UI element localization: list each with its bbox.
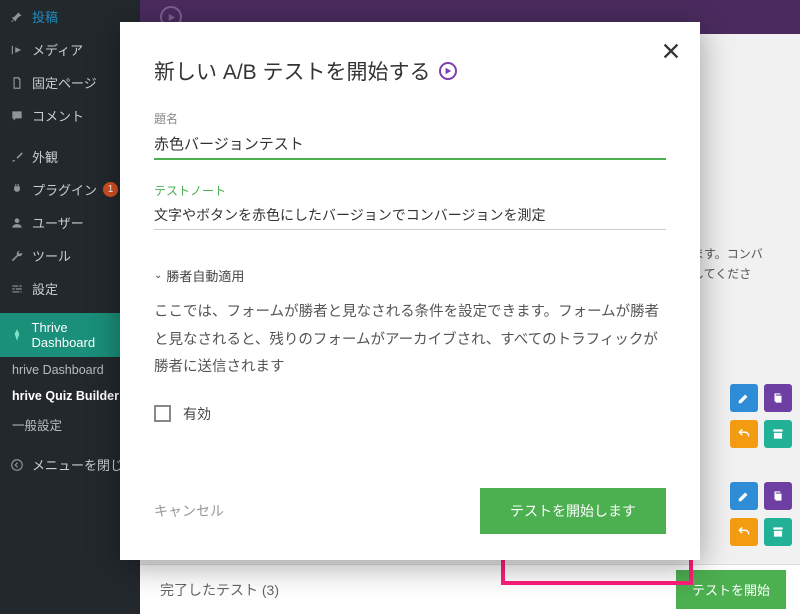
modal-title-text: 新しい A/B テストを開始する <box>154 56 431 86</box>
sidebar-label: 外観 <box>32 147 58 166</box>
edit-button[interactable] <box>730 384 758 412</box>
chevron-down-icon: ⌄ <box>154 270 162 281</box>
row-actions-4 <box>730 518 792 546</box>
ab-test-modal: 新しい A/B テストを開始する 題名 テストノート ⌄ 勝者自動適用 ここでは… <box>120 22 700 560</box>
sidebar-label: コメント <box>32 106 84 125</box>
sidebar-item-media[interactable]: メディア <box>0 33 140 66</box>
sidebar-label: 設定 <box>32 279 58 298</box>
sidebar-item-comments[interactable]: コメント <box>0 99 140 132</box>
sidebar-collapse[interactable]: メニューを閉じ <box>0 448 140 481</box>
sliders-icon <box>8 282 26 296</box>
copy-button[interactable] <box>764 482 792 510</box>
user-icon <box>8 216 26 230</box>
row-actions-1 <box>730 384 792 412</box>
sidebar-item-pages[interactable]: 固定ページ <box>0 66 140 99</box>
enable-checkbox[interactable] <box>154 405 171 422</box>
auto-winner-description: ここでは、フォームが勝者と見なされる条件を設定できます。フォームが勝者と見なされ… <box>154 299 666 382</box>
sidebar-item-appearance[interactable]: 外観 <box>0 140 140 173</box>
play-circle-icon[interactable] <box>439 62 457 80</box>
row-actions-3 <box>730 482 792 510</box>
thrive-icon <box>8 328 26 342</box>
cancel-button[interactable]: キャンセル <box>154 501 224 521</box>
sidebar-label: ユーザー <box>32 213 84 232</box>
wrench-icon <box>8 249 26 263</box>
pin-icon <box>8 10 26 24</box>
sidebar-sub-dashboard[interactable]: hrive Dashboard <box>0 357 140 383</box>
copy-button[interactable] <box>764 384 792 412</box>
sidebar-label: 固定ページ <box>32 73 97 92</box>
enable-label: 有効 <box>183 404 211 424</box>
sidebar-label: メニューを閉じ <box>32 455 123 474</box>
page-icon <box>8 76 26 90</box>
sidebar-label: Thrive Dashboard <box>32 320 133 350</box>
update-badge: 1 <box>103 182 118 197</box>
title-field-label: 題名 <box>154 110 666 127</box>
start-test-bg-button[interactable]: テストを開始 <box>676 570 786 609</box>
completed-tests-label: 完了したテスト (3) <box>160 580 279 600</box>
sidebar-item-thrive-dashboard[interactable]: Thrive Dashboard <box>0 313 140 357</box>
plug-icon <box>8 183 26 197</box>
sidebar-label: プラグイン <box>32 180 97 199</box>
start-test-button[interactable]: テストを開始します <box>480 488 666 534</box>
modal-title: 新しい A/B テストを開始する <box>154 56 666 86</box>
auto-winner-toggle[interactable]: ⌄ 勝者自動適用 <box>154 266 666 285</box>
sidebar-item-tools[interactable]: ツール <box>0 239 140 272</box>
sidebar-item-plugins[interactable]: プラグイン 1 <box>0 173 140 206</box>
enable-row: 有効 <box>154 404 666 424</box>
sidebar-item-posts[interactable]: 投稿 <box>0 0 140 33</box>
close-icon[interactable] <box>660 40 682 62</box>
modal-actions: キャンセル テストを開始します <box>154 488 666 534</box>
collapse-icon <box>8 458 26 472</box>
undo-button[interactable] <box>730 420 758 448</box>
sidebar-sub-general[interactable]: 一般設定 <box>0 409 140 440</box>
sidebar-label: メディア <box>32 40 83 59</box>
admin-sidebar: 投稿 メディア 固定ページ コメント 外観 プラグイン 1 ユーザー ツール 設… <box>0 0 140 614</box>
edit-button[interactable] <box>730 482 758 510</box>
sidebar-label: ツール <box>32 246 71 265</box>
auto-winner-label: 勝者自動適用 <box>166 266 244 285</box>
sidebar-item-settings[interactable]: 設定 <box>0 272 140 305</box>
undo-button[interactable] <box>730 518 758 546</box>
archive-button[interactable] <box>764 518 792 546</box>
note-field-label: テストノート <box>154 182 666 199</box>
brush-icon <box>8 150 26 164</box>
note-input[interactable] <box>154 203 666 230</box>
sidebar-label: 投稿 <box>32 7 58 26</box>
sidebar-item-users[interactable]: ユーザー <box>0 206 140 239</box>
comment-icon <box>8 109 26 123</box>
sidebar-sub-quiz-builder[interactable]: hrive Quiz Builder <box>0 383 140 409</box>
footer-strip: 完了したテスト (3) テストを開始 <box>140 564 800 614</box>
title-input[interactable] <box>154 131 666 160</box>
row-actions-2 <box>730 420 792 448</box>
media-icon <box>8 43 26 57</box>
archive-button[interactable] <box>764 420 792 448</box>
